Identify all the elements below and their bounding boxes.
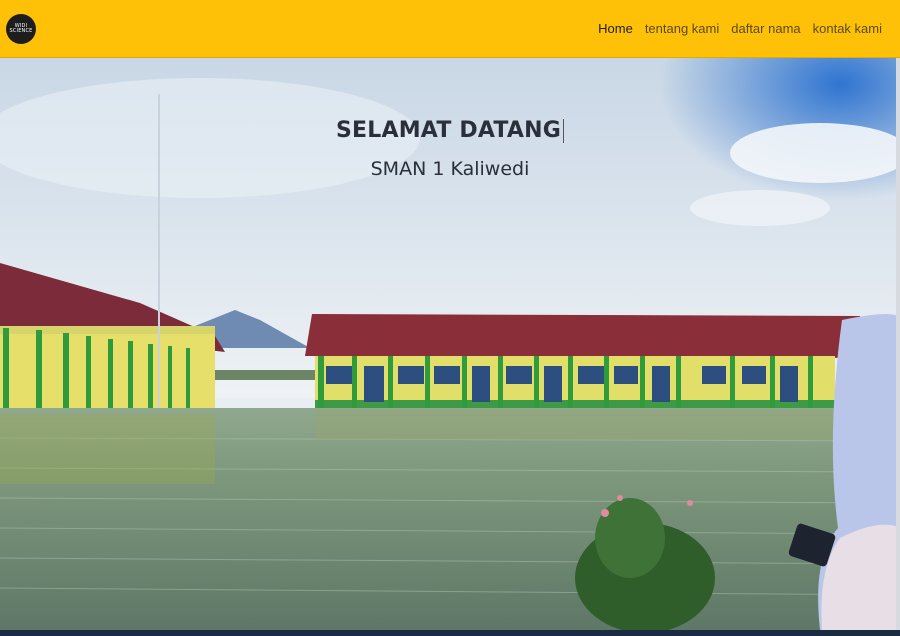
hero-title: SELAMAT DATANG — [0, 118, 900, 143]
hero-section: SELAMAT DATANG SMAN 1 Kaliwedi — [0, 58, 900, 630]
hero-subtitle: SMAN 1 Kaliwedi — [370, 158, 530, 180]
nav-menu: Home tentang kami daftar nama kontak kam… — [598, 21, 882, 36]
footer-strip — [0, 630, 900, 636]
nav-item-kontak-kami[interactable]: kontak kami — [813, 21, 882, 36]
page-scrollbar[interactable] — [896, 58, 900, 630]
typing-caret — [562, 119, 564, 143]
nav-item-daftar-nama[interactable]: daftar nama — [731, 21, 800, 36]
nav-item-tentang-kami[interactable]: tentang kami — [645, 21, 719, 36]
brand-logo[interactable]: WIDI SCIENCE — [6, 13, 36, 44]
hero-title-text: SELAMAT DATANG — [336, 118, 561, 143]
nav-item-home[interactable]: Home — [598, 21, 633, 36]
top-navbar: WIDI SCIENCE Home tentang kami daftar na… — [0, 0, 900, 58]
brand-logo-line2: SCIENCE — [9, 27, 33, 34]
hero-background-image — [0, 58, 900, 630]
